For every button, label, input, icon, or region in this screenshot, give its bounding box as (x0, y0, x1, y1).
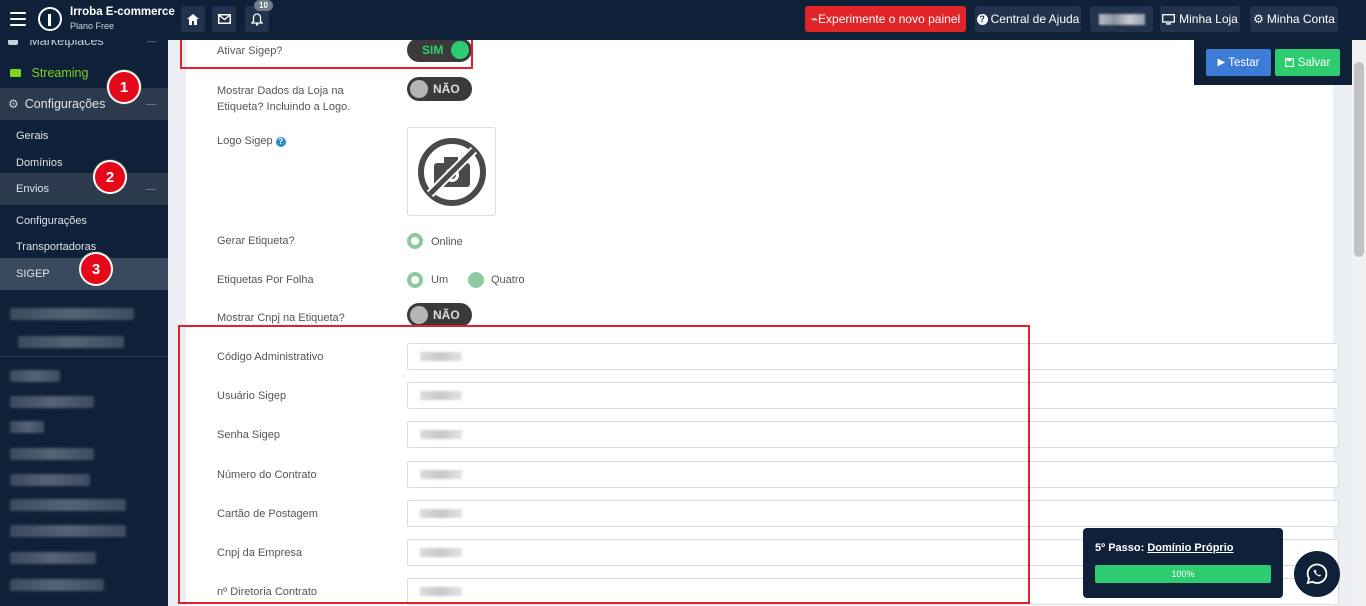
toast-title: 5º Passo: Domínio Próprio (1095, 542, 1234, 554)
my-store-button[interactable]: Minha Loja (1160, 6, 1240, 32)
toggle-text: NÃO (433, 82, 460, 96)
mostrar-cnpj-label: Mostrar Cnpj na Etiqueta? (217, 312, 345, 324)
no-photo-icon (418, 138, 486, 206)
sidebar-item-gerais[interactable]: Gerais (0, 130, 168, 142)
sidebar-item-streaming[interactable]: Streaming (0, 66, 168, 82)
my-account-label: Minha Conta (1266, 12, 1335, 26)
step-marker-2: 2 (93, 160, 127, 194)
save-button[interactable]: Salvar (1275, 49, 1340, 76)
blurred-menu-item[interactable] (10, 421, 44, 433)
highlight-credentials-fields (178, 325, 1030, 604)
hamburger-menu-icon[interactable] (10, 12, 26, 26)
blurred-menu-item[interactable] (18, 336, 124, 348)
logo-sigep-label: Logo Sigep ? (217, 133, 286, 149)
monitor-icon (1162, 13, 1176, 25)
blurred-menu-item[interactable] (10, 370, 60, 382)
help-icon[interactable]: ? (275, 137, 286, 147)
blurred-menu-item[interactable] (10, 499, 126, 511)
envelope-icon (217, 14, 231, 24)
test-label: Testar (1228, 56, 1260, 69)
toggle-knob (410, 306, 428, 324)
blurred-menu-item[interactable] (10, 448, 94, 460)
page-scrollbar[interactable] (1352, 40, 1366, 606)
gear-icon: ⚙ (1253, 12, 1264, 26)
step-link[interactable]: Domínio Próprio (1147, 542, 1233, 554)
floppy-disk-icon (1284, 58, 1294, 67)
blurred-menu-item[interactable] (10, 552, 96, 564)
question-circle-icon: ? (976, 13, 988, 25)
step-prefix: 5º Passo: (1095, 542, 1145, 554)
sidebar-item-label: Envios (16, 183, 50, 195)
marketplaces-icon (8, 40, 18, 45)
etiquetas-quatro-radio[interactable] (468, 272, 484, 288)
gerar-online-label: Online (431, 236, 463, 248)
step-progress-bar: 100% (1095, 565, 1271, 583)
blurred-menu-item[interactable] (10, 308, 134, 320)
chevron-icon: — (147, 40, 156, 46)
blurred-menu-item[interactable] (10, 474, 90, 486)
step-marker-3: 3 (79, 252, 113, 286)
my-account-button[interactable]: ⚙ Minha Conta (1250, 6, 1338, 32)
sidebar-item-label: Configurações (24, 97, 106, 111)
blurred-menu-item[interactable] (10, 579, 104, 591)
blurred-menu-item[interactable] (10, 525, 126, 537)
user-name-button[interactable] (1090, 6, 1153, 32)
brand: Irroba E-commerce Plano Free (70, 6, 175, 31)
help-center-button[interactable]: ? Central de Ajuda (975, 6, 1081, 32)
onboarding-step-toast: 5º Passo: Domínio Próprio 100% (1083, 528, 1283, 598)
etiquetas-um-radio[interactable] (407, 272, 423, 288)
whatsapp-button[interactable] (1294, 551, 1340, 597)
irroba-logo[interactable] (38, 7, 62, 31)
test-button[interactable]: ▶ Testar (1206, 49, 1271, 76)
sidebar-item-transportadoras[interactable]: Transportadoras (0, 241, 168, 253)
home-button[interactable] (181, 6, 205, 32)
notification-count-badge: 10 (254, 0, 273, 11)
gerar-online-radio[interactable] (407, 233, 423, 249)
home-icon (187, 13, 199, 25)
logo-sigep-label-text: Logo Sigep (217, 135, 273, 147)
sidebar-item-label: Streaming (31, 66, 89, 80)
sidebar-item-envios-configuracoes[interactable]: Configurações (0, 215, 168, 227)
action-bar: ▶ Testar Salvar (1194, 40, 1352, 85)
new-panel-button[interactable]: ⌁Experimente o novo painel (805, 6, 966, 32)
blurred-menu-item[interactable] (10, 396, 94, 408)
sidebar-item-label: Marketplaces (29, 40, 104, 48)
sigep-settings-panel: Ativar Sigep? SIM Mostrar Dados da Loja … (178, 40, 1339, 606)
play-icon: ▶ (1217, 57, 1226, 68)
blurred-user-name (1098, 13, 1145, 25)
brand-name: Irroba E-commerce (70, 6, 175, 18)
etiquetas-um-label: Um (431, 274, 449, 286)
gerar-etiqueta-label: Gerar Etiqueta? (217, 235, 295, 247)
sidebar: Marketplaces — Streaming ⚙ Configurações… (0, 40, 168, 606)
whatsapp-icon (1306, 563, 1328, 585)
main-content: Ativar Sigep? SIM Mostrar Dados da Loja … (168, 40, 1352, 606)
etiquetas-por-folha-label: Etiquetas Por Folha (217, 274, 314, 286)
sidebar-item-configuracoes[interactable]: ⚙ Configurações — (0, 88, 168, 120)
mostrar-dados-label: Mostrar Dados da Loja na Etiqueta? Inclu… (217, 85, 351, 113)
sidebar-item-dominios[interactable]: Domínios (0, 157, 168, 169)
top-bar: Irroba E-commerce Plano Free 10 ⌁Experim… (0, 0, 1366, 40)
scrollbar-thumb[interactable] (1354, 62, 1364, 257)
toggle-knob (410, 80, 428, 98)
my-store-label: Minha Loja (1179, 12, 1238, 26)
messages-button[interactable] (212, 6, 236, 32)
logo-sigep-upload[interactable] (407, 127, 496, 216)
mostrar-cnpj-toggle[interactable]: NÃO (407, 303, 472, 327)
brand-plan: Plano Free (70, 21, 115, 31)
video-camera-icon (10, 69, 21, 77)
toggle-text: NÃO (433, 308, 460, 322)
etiquetas-quatro-label: Quatro (491, 274, 525, 286)
bell-icon (251, 12, 263, 26)
help-center-label: Central de Ajuda (990, 12, 1080, 26)
collapse-icon: — (146, 183, 156, 195)
collapse-icon: — (146, 98, 156, 110)
save-label: Salvar (1297, 56, 1331, 69)
step-marker-1: 1 (107, 70, 141, 104)
sidebar-divider (0, 356, 168, 357)
sidebar-item-envios[interactable]: Envios — (0, 173, 168, 205)
cogs-icon: ⚙ (8, 97, 19, 111)
mostrar-dados-toggle[interactable]: NÃO (407, 77, 472, 101)
highlight-ativar-sigep (180, 40, 473, 69)
sidebar-item-marketplaces[interactable]: Marketplaces — (0, 40, 168, 50)
